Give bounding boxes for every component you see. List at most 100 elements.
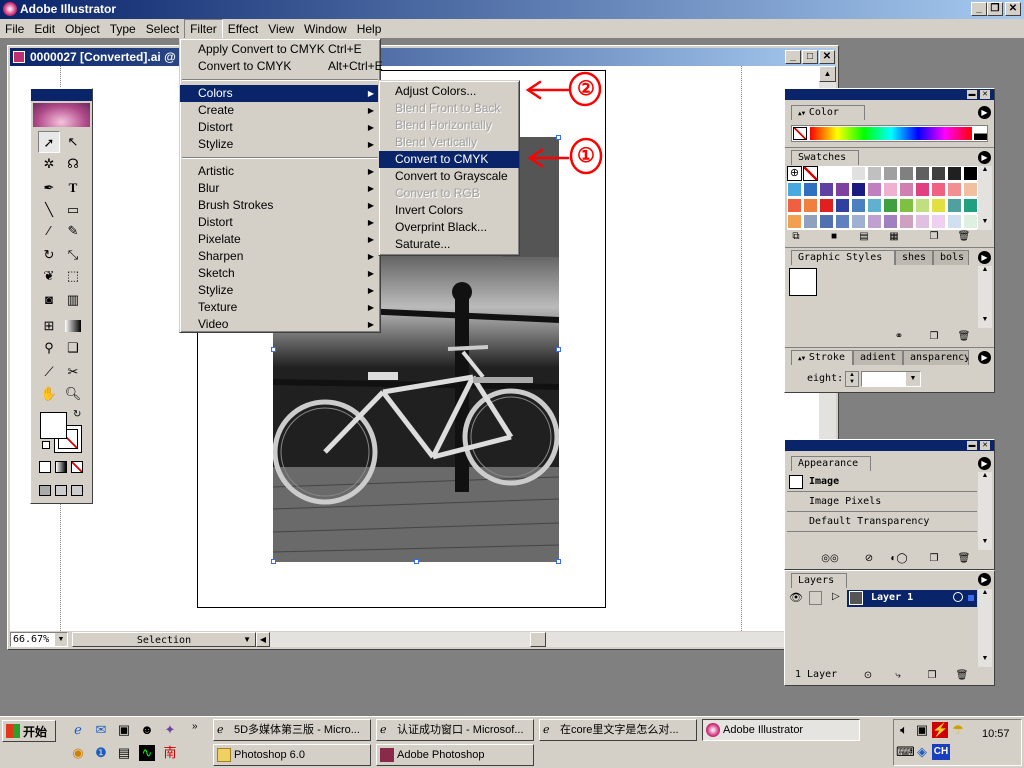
menu-item-sketch[interactable]: Sketch ▶ <box>180 265 380 282</box>
menu-item-video[interactable]: Video ▶ <box>180 316 380 333</box>
color-swatch[interactable] <box>851 214 866 229</box>
menu-item-distort[interactable]: Distort ▶ <box>180 119 380 136</box>
submenu-item-adjust-colors[interactable]: Adjust Colors... <box>379 83 519 100</box>
gradient-mode-icon[interactable] <box>55 461 67 473</box>
show-pattern-swatches-icon[interactable]: ▦ <box>887 231 901 243</box>
submenu-item-saturate[interactable]: Saturate... <box>379 236 519 253</box>
delete-style-icon[interactable]: 🗑︎ <box>957 331 971 343</box>
desktop-icon[interactable]: ▣ <box>116 722 132 738</box>
selection-handle[interactable] <box>271 347 276 352</box>
menu-item-artistic[interactable]: Artistic ▶ <box>180 163 380 180</box>
tray-app-icon[interactable]: ◈ <box>914 744 930 760</box>
rotate-tool-icon[interactable]: ↻ <box>38 244 60 266</box>
scissors-tool-icon[interactable]: ✂ <box>62 361 84 383</box>
tab-layers[interactable]: Layers <box>791 573 847 588</box>
color-swatch[interactable] <box>947 166 962 181</box>
swatches-scroll-down-icon[interactable]: ▼ <box>978 218 992 230</box>
color-mode-icon[interactable] <box>39 461 51 473</box>
color-swatch[interactable] <box>947 214 962 229</box>
selection-handle[interactable] <box>556 347 561 352</box>
menu-item-create[interactable]: Create ▶ <box>180 102 380 119</box>
selection-tool-icon[interactable]: ➚ <box>38 131 60 153</box>
app-minimize-button[interactable]: _ <box>971 2 987 16</box>
winamp-icon[interactable]: ∿ <box>139 745 155 761</box>
color-swatch[interactable] <box>883 214 898 229</box>
ime-icon[interactable]: CH <box>932 744 950 760</box>
submenu-item-invert-colors[interactable]: Invert Colors <box>379 202 519 219</box>
color-swatch[interactable] <box>883 182 898 197</box>
task-adobe-illustrator[interactable]: Adobe Illustrator <box>702 719 860 741</box>
menu-view[interactable]: View <box>263 20 299 38</box>
tab-stroke[interactable]: ▲▼ Stroke <box>791 350 853 365</box>
styles-palette-menu-icon[interactable]: ▶ <box>978 251 991 264</box>
color-swatch[interactable] <box>931 182 946 197</box>
app-restore-button[interactable]: ❐ <box>987 2 1003 16</box>
acdsee-icon[interactable]: ▤ <box>116 745 132 761</box>
palette-close-button[interactable]: ✕ <box>980 90 990 99</box>
stroke-palette-menu-icon[interactable]: ▶ <box>978 351 991 364</box>
color-swatch[interactable] <box>931 214 946 229</box>
flashget-icon[interactable]: ✦ <box>162 722 178 738</box>
stroke-weight-stepper[interactable]: ▲ ▼ <box>845 371 859 387</box>
styles-scroll-down-icon[interactable]: ▼ <box>978 316 992 328</box>
menu-item-apply-last-filter[interactable]: Apply Convert to CMYK Ctrl+E <box>180 41 380 58</box>
color-swatch[interactable] <box>947 198 962 213</box>
color-swatch[interactable] <box>899 198 914 213</box>
color-spectrum-bar[interactable] <box>791 125 988 142</box>
menu-effect[interactable]: Effect <box>223 20 263 38</box>
hscroll-left-button[interactable]: ◀ <box>256 632 270 647</box>
color-swatch[interactable] <box>819 166 834 181</box>
color-swatch[interactable] <box>915 214 930 229</box>
color-swatch[interactable] <box>867 214 882 229</box>
appearance-scroll-down-icon[interactable]: ▼ <box>978 538 992 550</box>
type-tool-icon[interactable]: T <box>62 177 84 199</box>
antivirus-icon[interactable]: ⚡ <box>932 722 948 738</box>
white-black-swatch[interactable] <box>974 127 987 140</box>
media-player-icon[interactable]: ◉ <box>70 745 86 761</box>
task-auth-window[interactable]: ℯ 认证成功窗口 - Microsof... <box>376 719 534 741</box>
selection-handle[interactable] <box>556 559 561 564</box>
color-swatch[interactable] <box>963 214 978 229</box>
swatches-palette-menu-icon[interactable]: ▶ <box>978 151 991 164</box>
menu-file[interactable]: File <box>0 20 29 38</box>
document-title-bar[interactable]: 0000027 [Converted].ai @ _ □ ✕ <box>10 48 836 66</box>
screen-mode-full-icon[interactable] <box>71 485 83 496</box>
color-swatch[interactable] <box>915 198 930 213</box>
app-launcher-icon[interactable]: 南 <box>162 745 178 761</box>
swap-colors-icon[interactable]: ↻ <box>73 409 81 420</box>
mesh-tool-icon[interactable]: ⊞ <box>38 315 60 337</box>
color-swatch[interactable] <box>851 166 866 181</box>
duplicate-item-icon[interactable]: ❐ <box>927 553 941 565</box>
zoom-dropdown-icon[interactable]: ▼ <box>55 633 67 646</box>
rectangle-tool-icon[interactable]: ▭ <box>62 199 84 221</box>
default-style-swatch[interactable] <box>789 268 817 296</box>
lock-toggle[interactable] <box>809 591 822 605</box>
pencil-tool-icon[interactable]: ✎ <box>62 220 84 242</box>
default-colors-icon[interactable] <box>42 441 50 449</box>
task-core-text[interactable]: ℯ 在core里文字是怎么对... <box>539 719 697 741</box>
color-swatch[interactable] <box>835 214 850 229</box>
color-swatch[interactable] <box>835 198 850 213</box>
color-swatch[interactable] <box>803 182 818 197</box>
task-photoshop-6[interactable]: Photoshop 6.0 <box>213 744 371 766</box>
make-clipping-mask-icon[interactable]: ⊙ <box>861 670 875 682</box>
color-swatch[interactable] <box>787 182 802 197</box>
color-swatch[interactable] <box>867 182 882 197</box>
blend-tool-icon[interactable]: ❑ <box>62 337 84 359</box>
color-swatch[interactable] <box>803 198 818 213</box>
palette-minimize-button[interactable]: ▬ <box>967 90 977 99</box>
tray-umbrella-icon[interactable]: ☂ <box>950 722 966 738</box>
appearance-item-default-transparency[interactable]: Default Transparency <box>787 514 977 532</box>
color-swatch[interactable] <box>899 214 914 229</box>
tab-color[interactable]: ▲▼ Color <box>791 105 865 120</box>
status-mode-dropdown[interactable]: Selection ▼ <box>72 632 256 647</box>
menu-item-colors[interactable]: Colors ▶ <box>180 85 380 102</box>
app-close-button[interactable]: ✕ <box>1005 2 1021 16</box>
fill-color-icon[interactable] <box>40 412 67 439</box>
color-swatch[interactable] <box>819 198 834 213</box>
menu-item-sharpen[interactable]: Sharpen ▶ <box>180 248 380 265</box>
new-art-basic-appearance-icon[interactable]: ◎◎ <box>817 553 843 565</box>
break-link-icon[interactable]: ⚭ <box>892 331 906 343</box>
color-swatch[interactable] <box>851 182 866 197</box>
zoom-field[interactable]: 66.67% ▼ <box>10 632 68 647</box>
